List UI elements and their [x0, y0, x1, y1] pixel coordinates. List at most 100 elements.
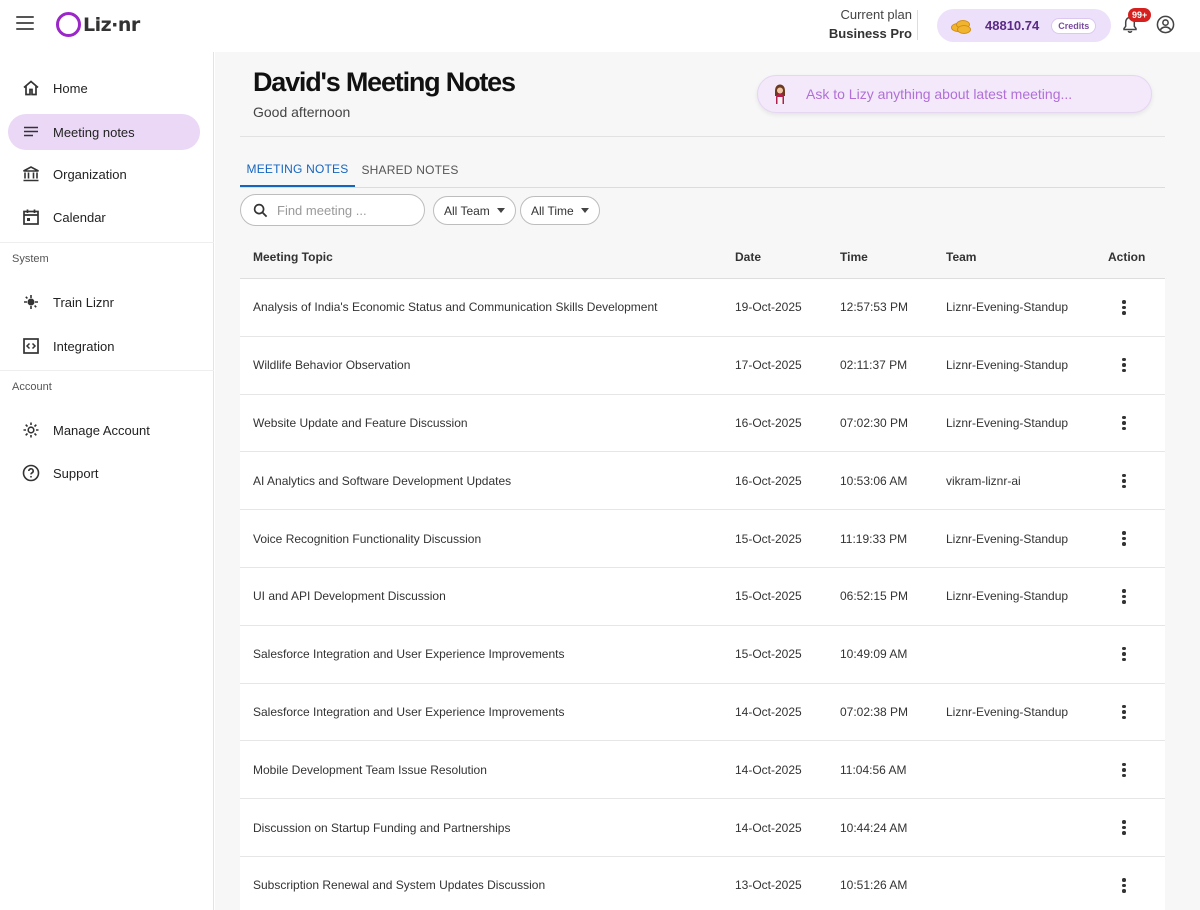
more-options-icon[interactable]	[1115, 587, 1133, 605]
search-input[interactable]: Find meeting ...	[240, 194, 425, 226]
meeting-date: 15-Oct-2025	[735, 647, 802, 662]
more-options-icon[interactable]	[1115, 819, 1133, 837]
meeting-date: 14-Oct-2025	[735, 704, 802, 719]
caret-down-icon	[580, 208, 589, 213]
time-filter-dropdown[interactable]: All Time	[520, 196, 600, 225]
meeting-team: Liznr-Evening-Standup	[946, 589, 1069, 604]
team-filter-dropdown[interactable]: All Team	[433, 196, 516, 225]
meeting-time: 06:52:15 PM	[840, 589, 909, 604]
divider	[240, 136, 1165, 137]
meeting-time: 07:02:38 PM	[840, 704, 909, 719]
notification-badge: 99+	[1128, 8, 1152, 22]
sidebar-item-label: Integration	[53, 338, 115, 354]
meeting-topic: Subscription Renewal and System Updates …	[253, 878, 546, 893]
sidebar-item-organization[interactable]: Organization	[8, 156, 200, 192]
meeting-date: 16-Oct-2025	[735, 473, 802, 488]
meeting-team: Liznr-Evening-Standup	[946, 415, 1069, 430]
meeting-team: Liznr-Evening-Standup	[946, 300, 1069, 315]
menu-icon[interactable]	[16, 16, 34, 30]
sidebar-item-manage-account[interactable]: Manage Account	[8, 412, 200, 448]
more-options-icon[interactable]	[1115, 472, 1133, 490]
organization-icon	[21, 164, 41, 184]
credits-label: Credits	[1051, 17, 1097, 34]
table-row[interactable]: Salesforce Integration and User Experien…	[240, 683, 1165, 742]
meeting-time: 07:02:30 PM	[840, 415, 909, 430]
section-label-account: Account	[12, 381, 52, 393]
tab-meeting-notes[interactable]: MEETING NOTES	[240, 152, 355, 187]
meeting-team: Liznr-Evening-Standup	[946, 358, 1069, 373]
home-icon	[21, 78, 41, 98]
page-title: David's Meeting Notes	[253, 67, 516, 97]
table-row[interactable]: Discussion on Startup Funding and Partne…	[240, 799, 1165, 857]
train-icon	[21, 292, 41, 312]
sidebar-item-label: Organization	[53, 166, 127, 182]
meeting-topic: Wildlife Behavior Observation	[253, 358, 411, 373]
table-header: Meeting Topic Date Time Team Action	[240, 236, 1165, 279]
sidebar-item-integration[interactable]: Integration	[8, 328, 200, 364]
meeting-time: 10:53:06 AM	[840, 473, 908, 488]
ask-lizy-input[interactable]: Ask to Lizy anything about latest meetin…	[757, 75, 1152, 113]
meeting-time: 11:19:33 PM	[840, 531, 908, 546]
team-filter-label: All Team	[444, 203, 490, 218]
table-row[interactable]: AI Analytics and Software Development Up…	[240, 452, 1165, 511]
meeting-date: 14-Oct-2025	[735, 820, 802, 835]
settings-icon	[21, 420, 41, 440]
credits-pill[interactable]: 48810.74 Credits	[937, 9, 1111, 42]
more-options-icon[interactable]	[1115, 530, 1133, 548]
sidebar-item-train-liznr[interactable]: Train Liznr	[8, 284, 200, 320]
more-options-icon[interactable]	[1115, 703, 1133, 721]
coins-icon	[951, 19, 973, 34]
meeting-topic: Salesforce Integration and User Experien…	[253, 704, 565, 719]
meeting-time: 12:57:53 PM	[840, 300, 909, 315]
time-filter-label: All Time	[531, 203, 574, 218]
more-options-icon[interactable]	[1115, 876, 1133, 894]
more-options-icon[interactable]	[1115, 356, 1133, 374]
sidebar-item-support[interactable]: Support	[8, 455, 200, 491]
more-options-icon[interactable]	[1115, 414, 1133, 432]
account-icon[interactable]	[1156, 15, 1175, 34]
table-row[interactable]: Voice Recognition Functionality Discussi…	[240, 510, 1165, 568]
table-row[interactable]: Website Update and Feature Discussion 16-…	[240, 394, 1165, 453]
sidebar-item-calendar[interactable]: Calendar	[8, 199, 200, 235]
credits-value: 48810.74	[985, 18, 1040, 33]
sidebar-item-label: Home	[53, 80, 88, 96]
meeting-team: Liznr-Evening-Standup	[946, 531, 1069, 546]
meeting-date: 13-Oct-2025	[735, 878, 802, 893]
more-options-icon[interactable]	[1115, 761, 1133, 779]
section-label-system: System	[12, 253, 49, 265]
table-row[interactable]: Salesforce Integration and User Experien…	[240, 625, 1165, 684]
meeting-time: 11:04:56 AM	[840, 762, 907, 777]
table-row[interactable]: Mobile Development Team Issue Resolution…	[240, 741, 1165, 800]
column-header-time: Time	[840, 250, 868, 264]
meeting-date: 14-Oct-2025	[735, 762, 802, 777]
meeting-topic: UI and API Development Discussion	[253, 589, 446, 604]
tab-bar: MEETING NOTES SHARED NOTES	[240, 152, 1165, 188]
table-row[interactable]: UI and API Development Discussion 15-Oct-…	[240, 567, 1165, 626]
plan-label: Current plan	[840, 7, 912, 22]
column-header-team: Team	[946, 250, 977, 264]
meeting-topic: Voice Recognition Functionality Discussi…	[253, 531, 482, 546]
meetings-table: Meeting Topic Date Time Team Action Anal…	[240, 236, 1165, 910]
sidebar: Home Meeting notes Organization Calendar…	[0, 52, 214, 910]
column-header-action: Action	[1108, 250, 1146, 264]
meeting-topic: Website Update and Feature Discussion	[253, 415, 468, 430]
logo[interactable]: Liz·nr	[56, 12, 140, 37]
sidebar-item-label: Calendar	[53, 209, 106, 225]
tab-shared-notes[interactable]: SHARED NOTES	[355, 152, 465, 187]
table-row[interactable]: Analysis of India's Economic Status and …	[240, 279, 1165, 337]
sidebar-item-meeting-notes[interactable]: Meeting notes	[8, 114, 200, 150]
table-row[interactable]: Subscription Renewal and System Updates …	[240, 856, 1165, 910]
sidebar-item-label: Manage Account	[53, 422, 150, 438]
caret-down-icon	[496, 208, 505, 213]
sidebar-item-home[interactable]: Home	[8, 70, 200, 106]
table-row[interactable]: Wildlife Behavior Observation 17-Oct-2025…	[240, 336, 1165, 395]
sidebar-item-label: Train Liznr	[53, 294, 114, 310]
assistant-avatar-icon	[775, 84, 785, 104]
meeting-topic: Salesforce Integration and User Experien…	[253, 647, 565, 662]
notes-icon	[21, 122, 41, 142]
more-options-icon[interactable]	[1115, 645, 1133, 663]
table-body: Analysis of India's Economic Status and …	[240, 279, 1165, 910]
meeting-topic: Discussion on Startup Funding and Partne…	[253, 820, 511, 835]
more-options-icon[interactable]	[1115, 298, 1133, 316]
meeting-date: 16-Oct-2025	[735, 415, 802, 430]
